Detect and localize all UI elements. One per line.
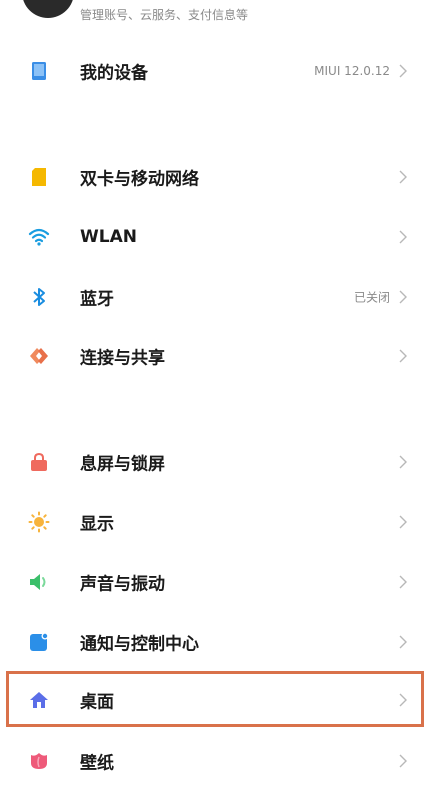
setting-item-bluetooth[interactable]: 蓝牙 已关闭 bbox=[0, 267, 428, 327]
connection-sharing-icon bbox=[28, 345, 50, 367]
setting-item-sound-vibration[interactable]: 声音与振动 bbox=[0, 552, 428, 612]
chevron-right-icon bbox=[399, 635, 407, 649]
chevron-right-icon bbox=[399, 575, 407, 589]
speaker-icon bbox=[28, 571, 50, 593]
chevron-right-icon bbox=[399, 693, 407, 707]
home-icon bbox=[28, 689, 50, 711]
chevron-right-icon bbox=[399, 170, 407, 184]
setting-item-notification-control-center[interactable]: 通知与控制中心 bbox=[0, 612, 428, 672]
setting-label: 双卡与移动网络 bbox=[80, 169, 199, 190]
chevron-right-icon bbox=[399, 515, 407, 529]
chevron-right-icon bbox=[399, 455, 407, 469]
chevron-right-icon bbox=[399, 754, 407, 768]
setting-label: WLAN bbox=[80, 227, 137, 247]
account-header[interactable]: 管理账号、云服务、支付信息等 bbox=[0, 0, 428, 30]
setting-label: 桌面 bbox=[80, 692, 114, 713]
flower-icon bbox=[28, 750, 50, 772]
setting-label: 息屏与锁屏 bbox=[80, 454, 165, 475]
chevron-right-icon bbox=[399, 290, 407, 304]
setting-item-wallpaper[interactable]: 壁纸 bbox=[0, 731, 428, 791]
bluetooth-icon bbox=[28, 286, 50, 308]
avatar bbox=[22, 0, 74, 18]
setting-value: MIUI 12.0.12 bbox=[314, 64, 390, 78]
setting-item-sim-mobile-network[interactable]: 双卡与移动网络 bbox=[0, 147, 428, 207]
notification-icon bbox=[28, 631, 50, 653]
chevron-right-icon bbox=[399, 349, 407, 363]
setting-label: 声音与振动 bbox=[80, 574, 165, 595]
setting-item-desktop[interactable]: 桌面 bbox=[0, 670, 428, 730]
setting-label: 连接与共享 bbox=[80, 348, 165, 369]
setting-item-my-device[interactable]: 我的设备 MIUI 12.0.12 bbox=[0, 41, 428, 101]
account-subtitle: 管理账号、云服务、支付信息等 bbox=[80, 8, 249, 22]
setting-label: 蓝牙 bbox=[80, 289, 114, 310]
setting-value: 已关闭 bbox=[353, 290, 390, 305]
sim-card-icon bbox=[28, 166, 50, 188]
setting-label: 壁纸 bbox=[80, 753, 114, 774]
setting-item-connection-sharing[interactable]: 连接与共享 bbox=[0, 326, 428, 386]
setting-label: 我的设备 bbox=[80, 63, 148, 84]
chevron-right-icon bbox=[399, 230, 407, 244]
setting-item-wlan[interactable]: WLAN bbox=[0, 207, 428, 267]
setting-label: 显示 bbox=[80, 514, 114, 535]
setting-label: 通知与控制中心 bbox=[80, 634, 199, 655]
chevron-right-icon bbox=[399, 64, 407, 78]
setting-item-lock-screen[interactable]: 息屏与锁屏 bbox=[0, 432, 428, 492]
setting-item-display[interactable]: 显示 bbox=[0, 492, 428, 552]
wifi-icon bbox=[28, 226, 50, 248]
lock-icon bbox=[28, 451, 50, 473]
sun-icon bbox=[28, 511, 50, 533]
device-icon bbox=[28, 60, 50, 82]
